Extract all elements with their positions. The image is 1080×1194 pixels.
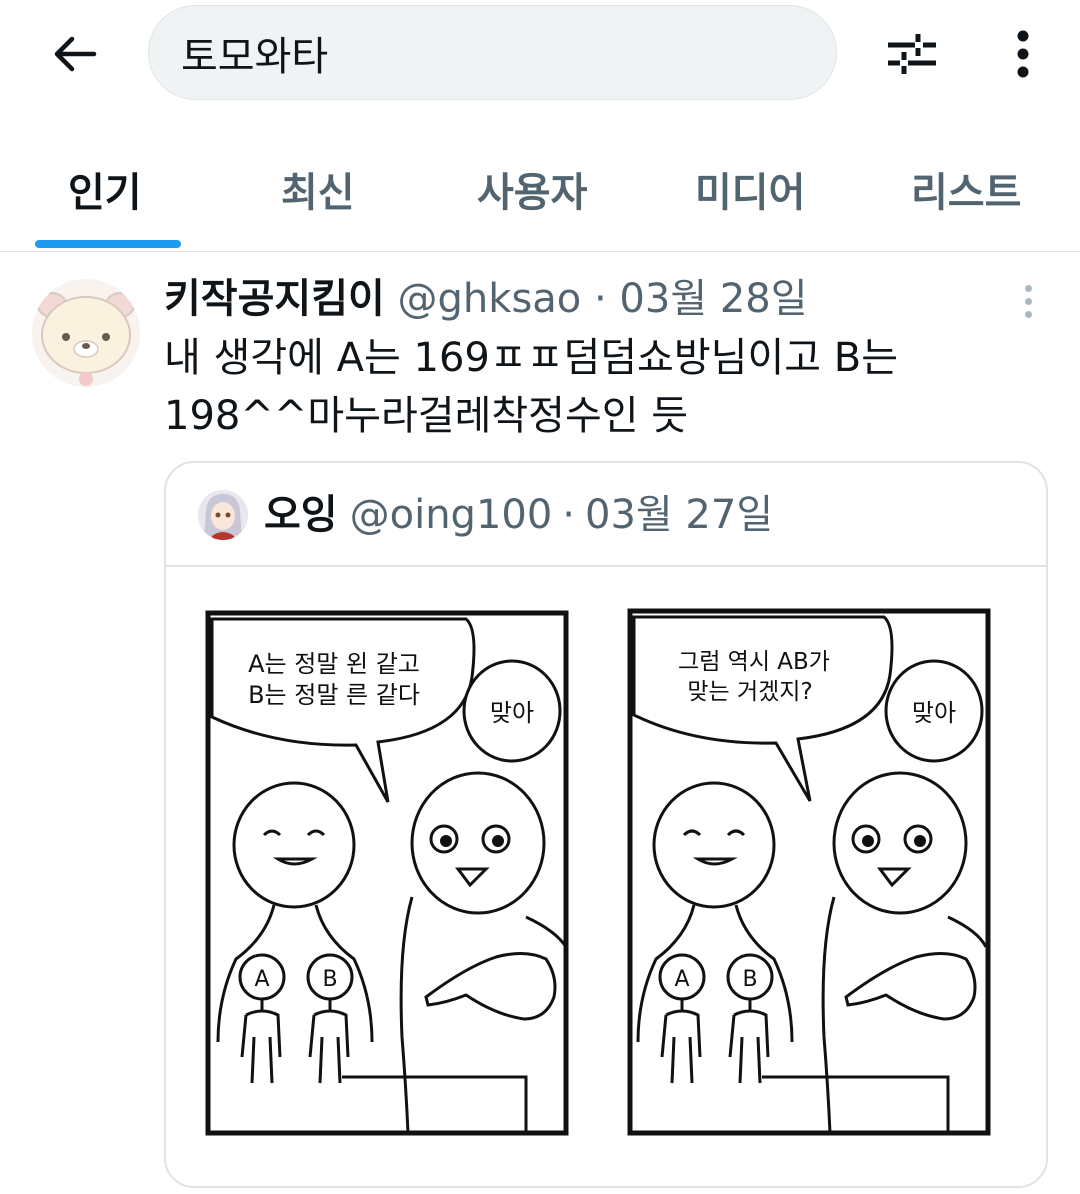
comic-strip: A는 정말 왼 같고 B는 정말 른 같다 맞아 A B 그럼 역시 AB가 맞… [205,608,991,1136]
search-bar[interactable] [148,5,837,100]
bear-avatar-icon [32,279,140,387]
panel2-bubble-line1: 그럼 역시 AB가 [678,649,830,675]
panel2-reply: 맞아 [912,699,956,727]
back-button[interactable] [42,22,106,86]
figure-b-label: B [322,967,337,992]
search-input[interactable] [181,29,781,76]
search-filter-button[interactable] [880,24,944,84]
anime-avatar-icon [198,490,248,540]
quoted-handle[interactable]: @oing100 [350,487,553,543]
dot-icon [1024,284,1032,292]
figure-a-label-2: A [674,967,689,992]
tweet-header: 키작공지킴이 @ghksao · 03월 28일 [164,273,808,325]
comic-panel-2: 그럼 역시 AB가 맞는 거겠지? 맞아 A B [627,608,991,1136]
search-header [0,0,1080,110]
tab-media[interactable]: 미디어 [695,160,805,218]
avatar[interactable] [32,279,140,387]
tweet-more-button[interactable] [1008,281,1048,321]
tab-latest[interactable]: 최신 [281,160,355,218]
panel2-bubble-line2: 맞는 거겠지? [687,679,812,705]
tweet-text: 내 생각에 A는 169ㅍㅍ덤덤쇼방님이고 B는 198^^마누라걸레착정수인 … [164,329,1044,445]
panel1-bubble-line1: A는 정말 왼 같고 [248,650,420,678]
display-name[interactable]: 키작공지킴이 [164,276,385,322]
quoted-date[interactable]: 03월 27일 [585,487,773,543]
quoted-meta-separator: · [562,492,576,538]
panel1-reply: 맞아 [490,699,534,727]
quoted-tweet[interactable]: 오잉 @oing100 · 03월 27일 A는 정말 왼 같고 B는 정말 른… [164,461,1048,1188]
quoted-avatar [198,490,248,540]
tweet-text-line: 내 생각에 A는 169ㅍㅍ덤덤쇼방님이고 B는 [164,335,899,381]
more-options-button[interactable] [995,22,1051,86]
meta-separator: · [593,276,607,322]
dot-icon [1024,310,1032,318]
tweet-date[interactable]: 03월 28일 [619,276,807,322]
sliders-icon [888,34,936,74]
quoted-tweet-header: 오잉 @oing100 · 03월 27일 [198,487,773,543]
figure-b-label-2: B [742,967,757,992]
comic-image[interactable]: A는 정말 왼 같고 B는 정말 른 같다 맞아 A B 그럼 역시 AB가 맞… [166,565,1046,1186]
panel1-bubble-line2: B는 정말 른 같다 [248,681,420,709]
tab-top[interactable]: 인기 [68,160,142,218]
active-tab-indicator [35,240,181,248]
comic-panel-1: A는 정말 왼 같고 B는 정말 른 같다 맞아 A B [205,610,569,1136]
figure-a-label: A [254,967,269,992]
more-vertical-icon [1017,30,1029,78]
tab-lists[interactable]: 리스트 [911,160,1021,218]
dot-icon [1024,297,1032,305]
search-tabs: 인기 최신 사용자 미디어 리스트 [0,130,1080,252]
quoted-display-name[interactable]: 오잉 [264,487,338,543]
tweet-text-line: 198^^마누라걸레착정수인 듯 [164,393,689,439]
user-handle[interactable]: @ghksao [398,276,582,322]
tab-people[interactable]: 사용자 [477,160,587,218]
tweet[interactable]: 키작공지킴이 @ghksao · 03월 28일 내 생각에 A는 169ㅍㅍ덤… [0,253,1080,1194]
arrow-left-icon [54,36,97,72]
